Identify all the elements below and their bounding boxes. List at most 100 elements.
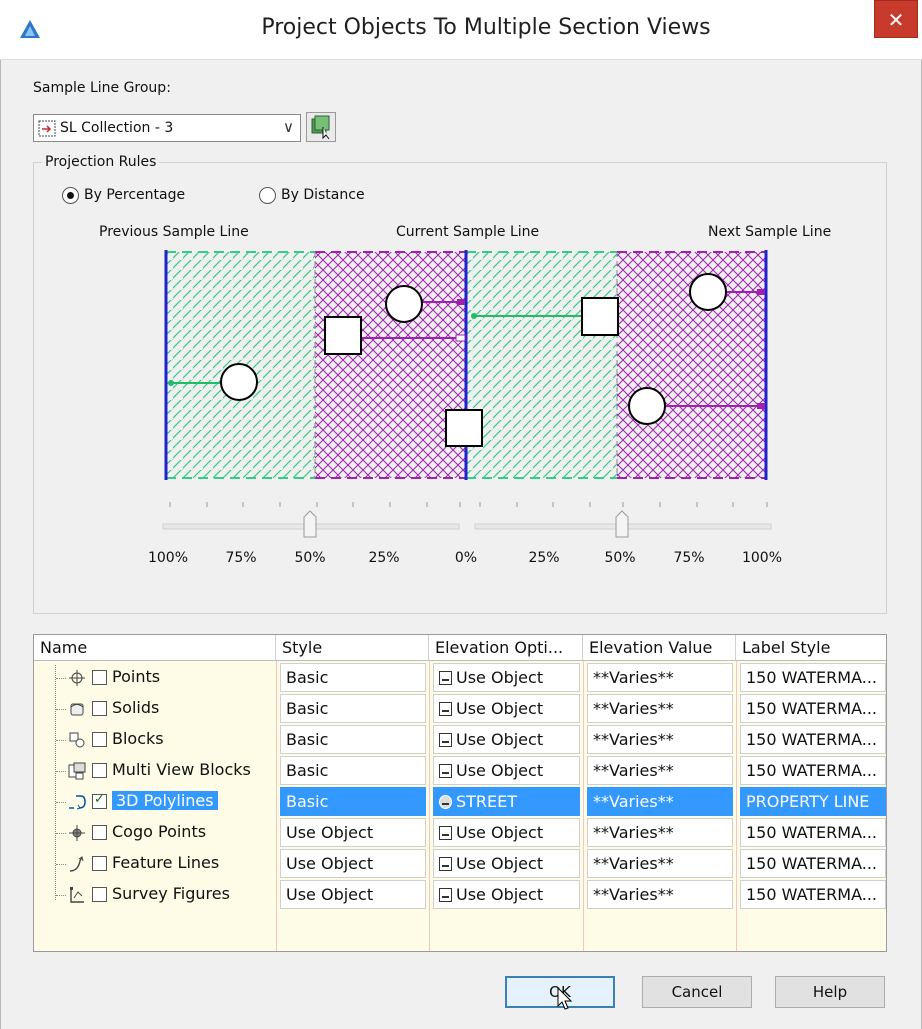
- cell-elevation-option[interactable]: Use Object: [433, 725, 580, 754]
- table-row[interactable]: Solids Basic Use Object **Varies** 150 WATER…: [34, 694, 886, 725]
- table-row[interactable]: Survey Figures Use Object Use Object **Vari…: [34, 880, 886, 911]
- cell-style[interactable]: Basic: [280, 787, 426, 816]
- cancel-button[interactable]: Cancel: [642, 976, 752, 1008]
- row-checkbox[interactable]: [92, 856, 107, 871]
- object-icon: [439, 888, 452, 902]
- cell-style[interactable]: Basic: [280, 756, 426, 785]
- by-percentage-label: By Percentage: [84, 187, 186, 203]
- cell-label-style[interactable]: 150 WATERMA...: [740, 694, 886, 723]
- cell-elevation-value[interactable]: **Varies**: [587, 694, 733, 723]
- sample-line-group-value: SL Collection - 3: [60, 120, 174, 136]
- feature-lines-icon: [68, 855, 86, 873]
- cell-elevation-value[interactable]: **Varies**: [587, 818, 733, 847]
- cell-elevation-value[interactable]: **Varies**: [587, 663, 733, 692]
- cell-text: 150 WATERMA...: [746, 854, 877, 873]
- cell-elevation-option[interactable]: Use Object: [433, 663, 580, 692]
- cell-style[interactable]: Basic: [280, 694, 426, 723]
- row-name: Points: [112, 667, 161, 686]
- cell-text: Basic: [286, 730, 329, 749]
- cell-style[interactable]: Use Object: [280, 818, 426, 847]
- sample-line-group-label: Sample Line Group:: [33, 80, 171, 96]
- table-row[interactable]: 3D Polylines Basic STREET **Varies** PROPERT…: [34, 787, 886, 818]
- mouse-cursor-icon: [557, 986, 573, 1010]
- cell-label-style[interactable]: 150 WATERMA...: [740, 725, 886, 754]
- scale-label: 100%: [741, 550, 783, 566]
- cell-text: PROPERTY LINE: [746, 792, 870, 811]
- cell-elevation-value[interactable]: **Varies**: [587, 756, 733, 785]
- by-percentage-radio[interactable]: [62, 187, 79, 204]
- cell-label-style[interactable]: 150 WATERMA...: [740, 663, 886, 692]
- column-header-style[interactable]: Style: [276, 635, 429, 661]
- scale-label: 25%: [368, 550, 400, 566]
- cell-text: Use Object: [286, 885, 374, 904]
- column-header-name[interactable]: Name: [34, 635, 276, 661]
- row-checkbox[interactable]: [92, 792, 107, 809]
- object-icon: [439, 764, 452, 778]
- scale-label: 25%: [528, 550, 560, 566]
- table-row[interactable]: Feature Lines Use Object Use Object **Varie…: [34, 849, 886, 880]
- cell-elevation-option[interactable]: Use Object: [433, 818, 580, 847]
- cell-text: 150 WATERMA...: [746, 699, 877, 718]
- cell-elevation-option[interactable]: STREET: [433, 787, 580, 816]
- cell-label-style[interactable]: 150 WATERMA...: [740, 849, 886, 878]
- table-row[interactable]: Cogo Points Use Object Use Object **Varies*…: [34, 818, 886, 849]
- cell-text: Use Object: [456, 823, 544, 842]
- cell-label-style[interactable]: 150 WATERMA...: [740, 880, 886, 909]
- projection-diagram: [164, 250, 768, 480]
- scale-label: 0%: [454, 550, 478, 566]
- table-row[interactable]: Blocks Basic Use Object **Varies** 150 WATER…: [34, 725, 886, 756]
- cell-text: **Varies**: [593, 854, 674, 873]
- cell-label-style[interactable]: 150 WATERMA...: [740, 756, 886, 785]
- cell-style[interactable]: Use Object: [280, 880, 426, 909]
- chevron-down-icon: ∨: [283, 118, 294, 136]
- solids-icon: [68, 700, 86, 718]
- cell-elevation-option[interactable]: Use Object: [433, 849, 580, 878]
- cell-text: Use Object: [286, 823, 374, 842]
- row-name: Blocks: [112, 729, 164, 748]
- cell-text: Basic: [286, 699, 329, 718]
- cell-label-style[interactable]: PROPERTY LINE: [740, 787, 886, 816]
- pick-from-drawing-button[interactable]: [306, 112, 336, 142]
- row-checkbox[interactable]: [92, 825, 107, 840]
- cell-elevation-value[interactable]: **Varies**: [587, 849, 733, 878]
- cell-elevation-option[interactable]: Use Object: [433, 756, 580, 785]
- row-name: Solids: [112, 698, 160, 717]
- table-row[interactable]: Multi View Blocks Basic Use Object **Varies…: [34, 756, 886, 787]
- cell-elevation-value[interactable]: **Varies**: [587, 787, 733, 816]
- cell-elevation-option[interactable]: Use Object: [433, 880, 580, 909]
- row-name: Multi View Blocks: [112, 760, 251, 779]
- cell-elevation-value[interactable]: **Varies**: [587, 880, 733, 909]
- right-slider-thumb: [615, 510, 629, 538]
- row-checkbox[interactable]: [92, 887, 107, 902]
- cell-text: **Varies**: [593, 699, 674, 718]
- cell-style[interactable]: Basic: [280, 725, 426, 754]
- column-header-elevation-value[interactable]: Elevation Value: [583, 635, 736, 661]
- title-bar: Project Objects To Multiple Section View…: [0, 0, 922, 60]
- column-header-elevation-option[interactable]: Elevation Opti...: [429, 635, 583, 661]
- cell-text: Use Object: [456, 699, 544, 718]
- cell-elevation-option[interactable]: Use Object: [433, 694, 580, 723]
- cell-text: Basic: [286, 792, 329, 811]
- row-name: Feature Lines: [112, 853, 220, 872]
- cell-text: Use Object: [286, 854, 374, 873]
- help-button[interactable]: Help: [775, 976, 885, 1008]
- column-header-label-style[interactable]: Label Style: [736, 635, 886, 661]
- cell-text: Use Object: [456, 885, 544, 904]
- by-distance-radio[interactable]: [259, 187, 276, 204]
- cell-elevation-value[interactable]: **Varies**: [587, 725, 733, 754]
- cell-style[interactable]: Use Object: [280, 849, 426, 878]
- row-checkbox[interactable]: [92, 701, 107, 716]
- close-button[interactable]: ✕: [874, 0, 918, 38]
- sample-line-group-select[interactable]: SL Collection - 3 ∨: [33, 114, 301, 142]
- cell-text: STREET: [456, 792, 518, 811]
- next-sample-line-label: Next Sample Line: [708, 224, 832, 240]
- row-checkbox[interactable]: [92, 763, 107, 778]
- row-checkbox[interactable]: [92, 732, 107, 747]
- cell-text: **Varies**: [593, 885, 674, 904]
- scale-label: 100%: [147, 550, 189, 566]
- table-row[interactable]: Points Basic Use Object **Varies** 150 WATER…: [34, 663, 886, 694]
- row-checkbox[interactable]: [92, 670, 107, 685]
- cell-label-style[interactable]: 150 WATERMA...: [740, 818, 886, 847]
- cell-style[interactable]: Basic: [280, 663, 426, 692]
- multi-view-blocks-icon: [68, 762, 86, 780]
